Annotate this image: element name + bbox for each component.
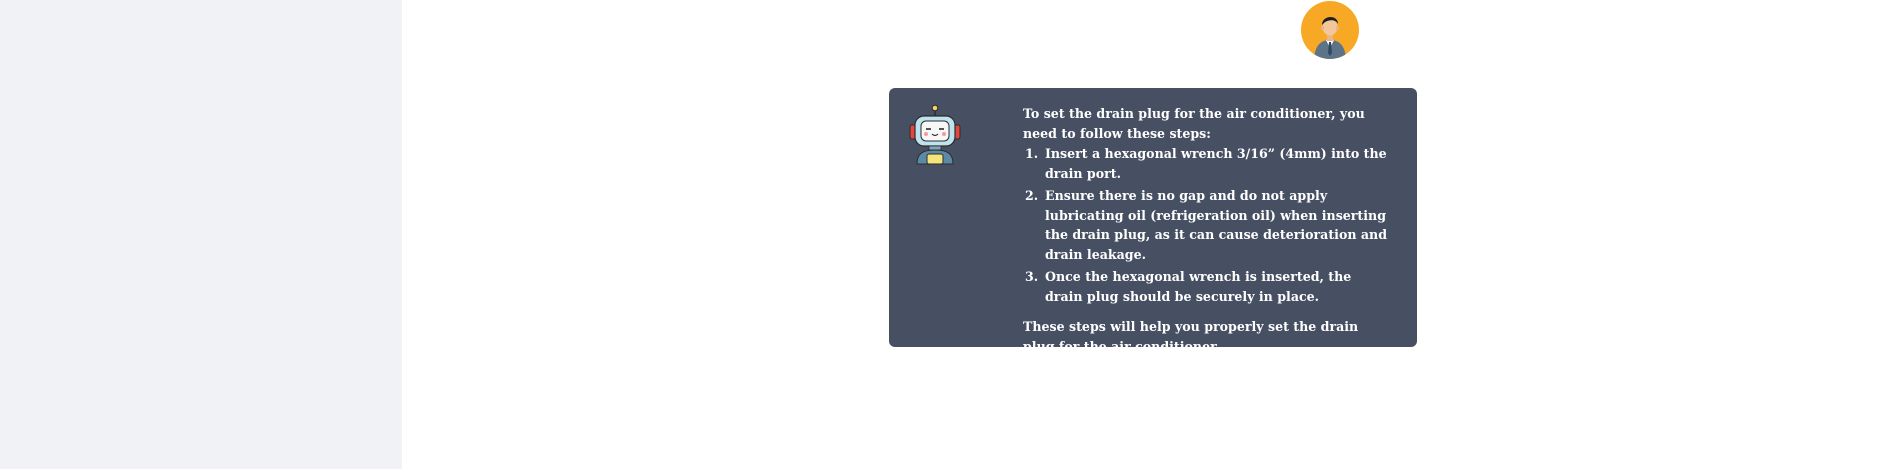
robot-avatar-icon	[907, 104, 963, 166]
step-text: Insert a hexagonal wrench 3/16” (4mm) in…	[1045, 146, 1387, 181]
user-avatar-icon	[1301, 1, 1359, 59]
step-number: 2.	[1025, 188, 1039, 203]
step-item: 2. Ensure there is no gap and do not app…	[1023, 186, 1393, 264]
steps-list: 1. Insert a hexagonal wrench 3/16” (4mm)…	[1023, 144, 1393, 306]
message-intro: To set the drain plug for the air condit…	[1023, 106, 1365, 141]
message-content: To set the drain plug for the air condit…	[1023, 104, 1393, 356]
step-text: Ensure there is no gap and do not apply …	[1045, 188, 1388, 262]
step-number: 3.	[1025, 269, 1039, 284]
sidebar	[0, 0, 402, 469]
step-text: Once the hexagonal wrench is inserted, t…	[1045, 269, 1352, 304]
step-number: 1.	[1025, 146, 1039, 161]
bot-message: To set the drain plug for the air condit…	[889, 88, 1417, 354]
app-window: To set the drain plug for the air condit…	[0, 0, 1890, 469]
message-outro: These steps will help you properly set t…	[1023, 319, 1359, 354]
step-item: 3. Once the hexagonal wrench is inserted…	[1023, 267, 1393, 306]
step-item: 1. Insert a hexagonal wrench 3/16” (4mm)…	[1023, 144, 1393, 183]
